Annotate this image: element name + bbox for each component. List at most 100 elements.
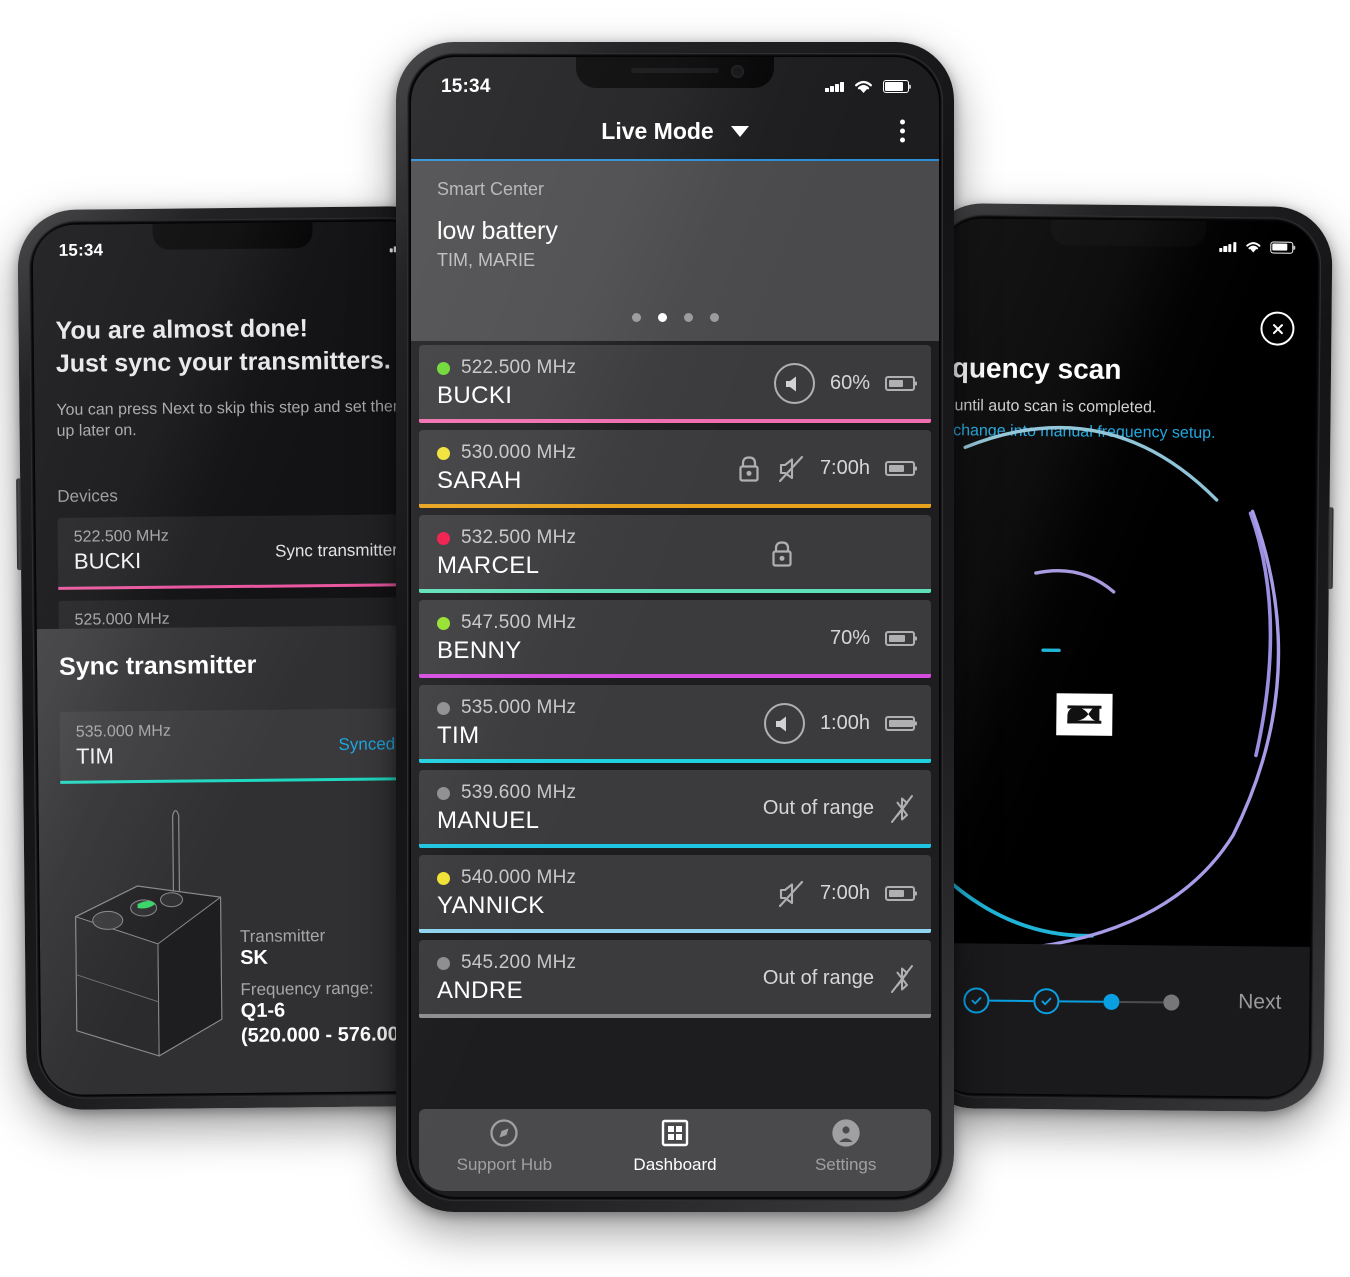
center-phone-bezel: 15:34 Live Mode Smart Center low battery… (407, 53, 943, 1201)
page-dot[interactable] (683, 313, 693, 322)
device-name: BENNY (437, 637, 522, 664)
left-phone-volume-buttons[interactable] (16, 478, 23, 571)
wifi-icon (1246, 242, 1261, 253)
page-subtext: You can press Next to skip this step and… (56, 397, 407, 440)
sync-transmitter-action[interactable]: Sync transmitter (275, 540, 398, 561)
table-row[interactable]: 535.000 MHz TIM 1:00h (419, 685, 931, 763)
device-frequency: 547.500 MHz (461, 612, 577, 633)
check-icon (1041, 997, 1052, 1006)
kebab-menu-icon[interactable] (894, 114, 911, 149)
page-dot[interactable] (709, 313, 719, 322)
sennheiser-logo-glyph (1061, 698, 1108, 731)
stepper-connector (1119, 1000, 1164, 1004)
wifi-icon (855, 80, 872, 93)
list-item[interactable]: 522.500 MHz BUCKI Sync transmitter (57, 513, 415, 590)
step-completed-2[interactable] (1033, 988, 1060, 1015)
device-frequency-line: 547.500 MHz (437, 612, 576, 634)
device-frequency: 540.000 MHz (461, 867, 577, 888)
battery-icon (883, 80, 909, 93)
status-icons (825, 78, 909, 95)
tab-dashboard[interactable]: Dashboard (590, 1118, 761, 1175)
header-accent-rule (411, 159, 939, 161)
step-completed-1[interactable] (963, 987, 990, 1014)
smart-center-card[interactable]: Smart Center low battery TIM, MARIE (411, 161, 939, 341)
device-frequency-line: 522.500 MHz (437, 357, 576, 379)
table-row[interactable]: 545.200 MHz ANDRE Out of range (419, 940, 931, 1018)
wizard-stepper (963, 987, 1180, 1015)
tab-label: Dashboard (633, 1155, 717, 1174)
smart-center-label: Smart Center (437, 179, 545, 199)
tab-label: Support Hub (456, 1155, 553, 1174)
table-row[interactable]: 547.500 MHz BENNY 70% (419, 600, 931, 678)
table-row[interactable]: 539.600 MHz MANUEL Out of range (419, 770, 931, 848)
table-row[interactable]: 532.500 MHz MARCEL (419, 515, 931, 593)
page-dot[interactable] (631, 313, 641, 322)
frequency-range-value: Q1-6 (240, 999, 286, 1022)
bottom-tab-bar[interactable]: Support Hub Dashboard Settings (419, 1109, 931, 1191)
device-color-bar (419, 929, 931, 933)
device-color-bar (419, 504, 931, 508)
status-badge: Out of range (762, 967, 874, 989)
status-badge: Out of range (762, 797, 874, 819)
left-phone-screen: 15:34 You are almost done! Just sync you… (32, 220, 442, 1096)
device-frequency: 522.500 MHz (461, 357, 577, 378)
device-identity: 539.600 MHz MANUEL (437, 782, 576, 835)
speaker-on-icon[interactable] (773, 363, 815, 404)
device-frequency-line: 532.500 MHz (437, 527, 576, 549)
mode-selector[interactable]: Live Mode (601, 118, 749, 145)
device-frequency-line: 545.200 MHz (437, 952, 576, 974)
status-time: 15:34 (58, 239, 104, 260)
lock-icon[interactable] (769, 539, 795, 569)
device-status: Out of range (763, 793, 915, 825)
device-identity: 532.500 MHz MARCEL (437, 527, 576, 580)
carousel-page-dots[interactable] (411, 313, 939, 322)
device-identity: 522.500 MHz BUCKI (437, 357, 576, 410)
scan-animation-arcs (931, 425, 1281, 955)
section-label-devices: Devices (57, 485, 118, 506)
right-phone-power-button[interactable] (1327, 507, 1334, 590)
transmitter-label: Transmitter (239, 926, 326, 946)
transmitter-info: Transmitter SK Frequency range: Q1-6 (52… (240, 925, 410, 1058)
device-identity: 547.500 MHz BENNY (437, 612, 576, 665)
lock-icon[interactable] (736, 454, 762, 484)
battery-icon (885, 631, 915, 646)
step-pending-4[interactable] (1163, 994, 1180, 1011)
next-button[interactable]: Next (1238, 990, 1281, 1014)
speaker-muted-icon[interactable] (777, 880, 805, 908)
sennheiser-logo (1056, 693, 1113, 736)
sheet-title: Sync transmitter (58, 650, 257, 681)
step-current-3[interactable] (1103, 993, 1120, 1010)
device-status: Out of range (763, 963, 915, 995)
bluetooth-off-icon (891, 964, 913, 993)
right-phone-screen: 15:34 (930, 218, 1318, 1097)
status-bar: 15:34 (411, 57, 939, 103)
headline-line-1: You are almost done! (55, 314, 309, 345)
close-button[interactable] (1260, 311, 1295, 346)
page-dot-active[interactable] (657, 313, 667, 322)
speaker-on-icon[interactable] (763, 703, 805, 744)
status-dot (437, 616, 450, 630)
wizard-footer: Next (930, 943, 1310, 1097)
device-name: YANNICK (437, 892, 545, 919)
device-name: ANDRE (437, 977, 524, 1004)
tab-settings[interactable]: Settings (760, 1118, 931, 1175)
table-row[interactable]: 530.000 MHz SARAH 7:00h (419, 430, 931, 508)
device-name: MARCEL (437, 552, 540, 579)
table-row[interactable]: 522.500 MHz BUCKI 60% (419, 345, 931, 423)
frequency-range-label: Frequency range: (240, 978, 374, 999)
device-status: 7:00h (736, 454, 915, 484)
synced-status: Synced! (338, 734, 401, 754)
tab-support-hub[interactable]: Support Hub (419, 1118, 590, 1175)
device-status: 60% (773, 363, 915, 404)
bodypack-transmitter-illustration (75, 810, 223, 1057)
speaker-muted-icon[interactable] (777, 455, 805, 483)
list-item[interactable]: 535.000 MHz TIM Synced! (59, 708, 417, 784)
device-status: 70% (830, 627, 915, 650)
table-row[interactable]: 540.000 MHz YANNICK 7:00h (419, 855, 931, 933)
close-icon (1272, 323, 1283, 334)
battery-percent: 60% (829, 372, 870, 394)
bluetooth-off-icon (891, 794, 913, 823)
left-phone-bezel: 15:34 You are almost done! Just sync you… (28, 216, 446, 1100)
device-list[interactable]: 522.500 MHz BUCKI 60% 530.000 MHz SARAH … (411, 345, 939, 1109)
device-status: 7:00h (777, 880, 915, 908)
